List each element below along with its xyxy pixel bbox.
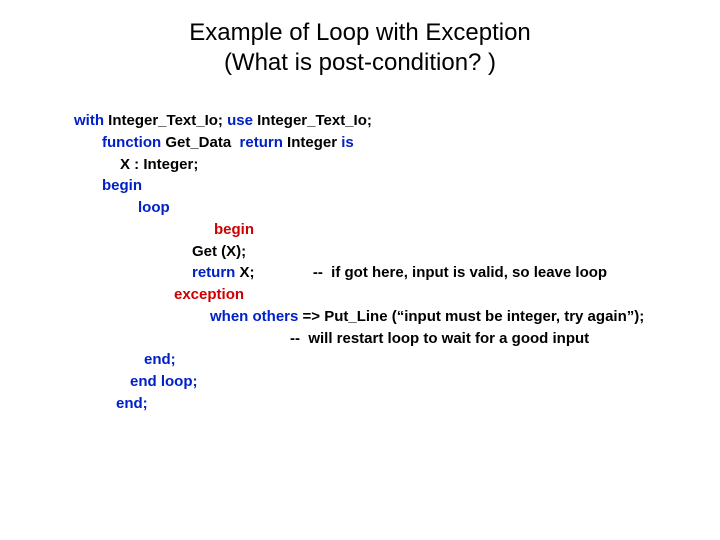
keyword-use: use	[227, 112, 257, 129]
statement: => Put_Line (“input must be integer, try…	[303, 308, 645, 325]
title-line-1: Example of Loop with Exception	[189, 19, 531, 46]
keyword-begin-inner: begin	[214, 221, 254, 238]
code-line: when others => Put_Line (“input must be …	[74, 306, 720, 328]
code-line: begin	[74, 219, 720, 241]
identifier: Integer	[287, 134, 341, 151]
code-block: with Integer_Text_Io; use Integer_Text_I…	[74, 110, 720, 415]
comment: -- if got here, input is valid, so leave…	[255, 264, 608, 281]
code-line: return X; -- if got here, input is valid…	[74, 262, 720, 284]
keyword-end-loop: end loop;	[130, 373, 198, 390]
keyword-begin: begin	[102, 177, 142, 194]
keyword-end-final: end;	[116, 395, 148, 412]
keyword-return: return	[240, 134, 288, 151]
keyword-with: with	[74, 112, 108, 129]
title-line-2: (What is post-condition? )	[224, 49, 496, 76]
code-line: -- will restart loop to wait for a good …	[74, 328, 720, 350]
code-line: function Get_Data return Integer is	[74, 132, 720, 154]
keyword-loop: loop	[138, 199, 170, 216]
keyword-function: function	[102, 134, 165, 151]
code-line: with Integer_Text_Io; use Integer_Text_I…	[74, 110, 720, 132]
code-line: exception	[74, 284, 720, 306]
code-line: loop	[74, 197, 720, 219]
code-line: begin	[74, 175, 720, 197]
code-line: end;	[74, 349, 720, 371]
declaration: X : Integer;	[120, 156, 198, 173]
code-line: X : Integer;	[74, 154, 720, 176]
comment: -- will restart loop to wait for a good …	[290, 330, 589, 347]
identifier: Get_Data	[165, 134, 239, 151]
identifier: Integer_Text_Io;	[257, 112, 372, 129]
code-line: end;	[74, 393, 720, 415]
code-line: end loop;	[74, 371, 720, 393]
slide: Example of Loop with Exception (What is …	[0, 0, 720, 540]
statement: Get (X);	[192, 243, 246, 260]
code-line: Get (X);	[74, 241, 720, 263]
keyword-is: is	[341, 134, 354, 151]
keyword-return: return	[192, 264, 240, 281]
keyword-when-others: when others	[210, 308, 303, 325]
identifier: X;	[240, 264, 255, 281]
keyword-end: end;	[144, 351, 176, 368]
keyword-exception: exception	[174, 286, 244, 303]
slide-title: Example of Loop with Exception (What is …	[0, 18, 720, 78]
identifier: Integer_Text_Io;	[108, 112, 227, 129]
